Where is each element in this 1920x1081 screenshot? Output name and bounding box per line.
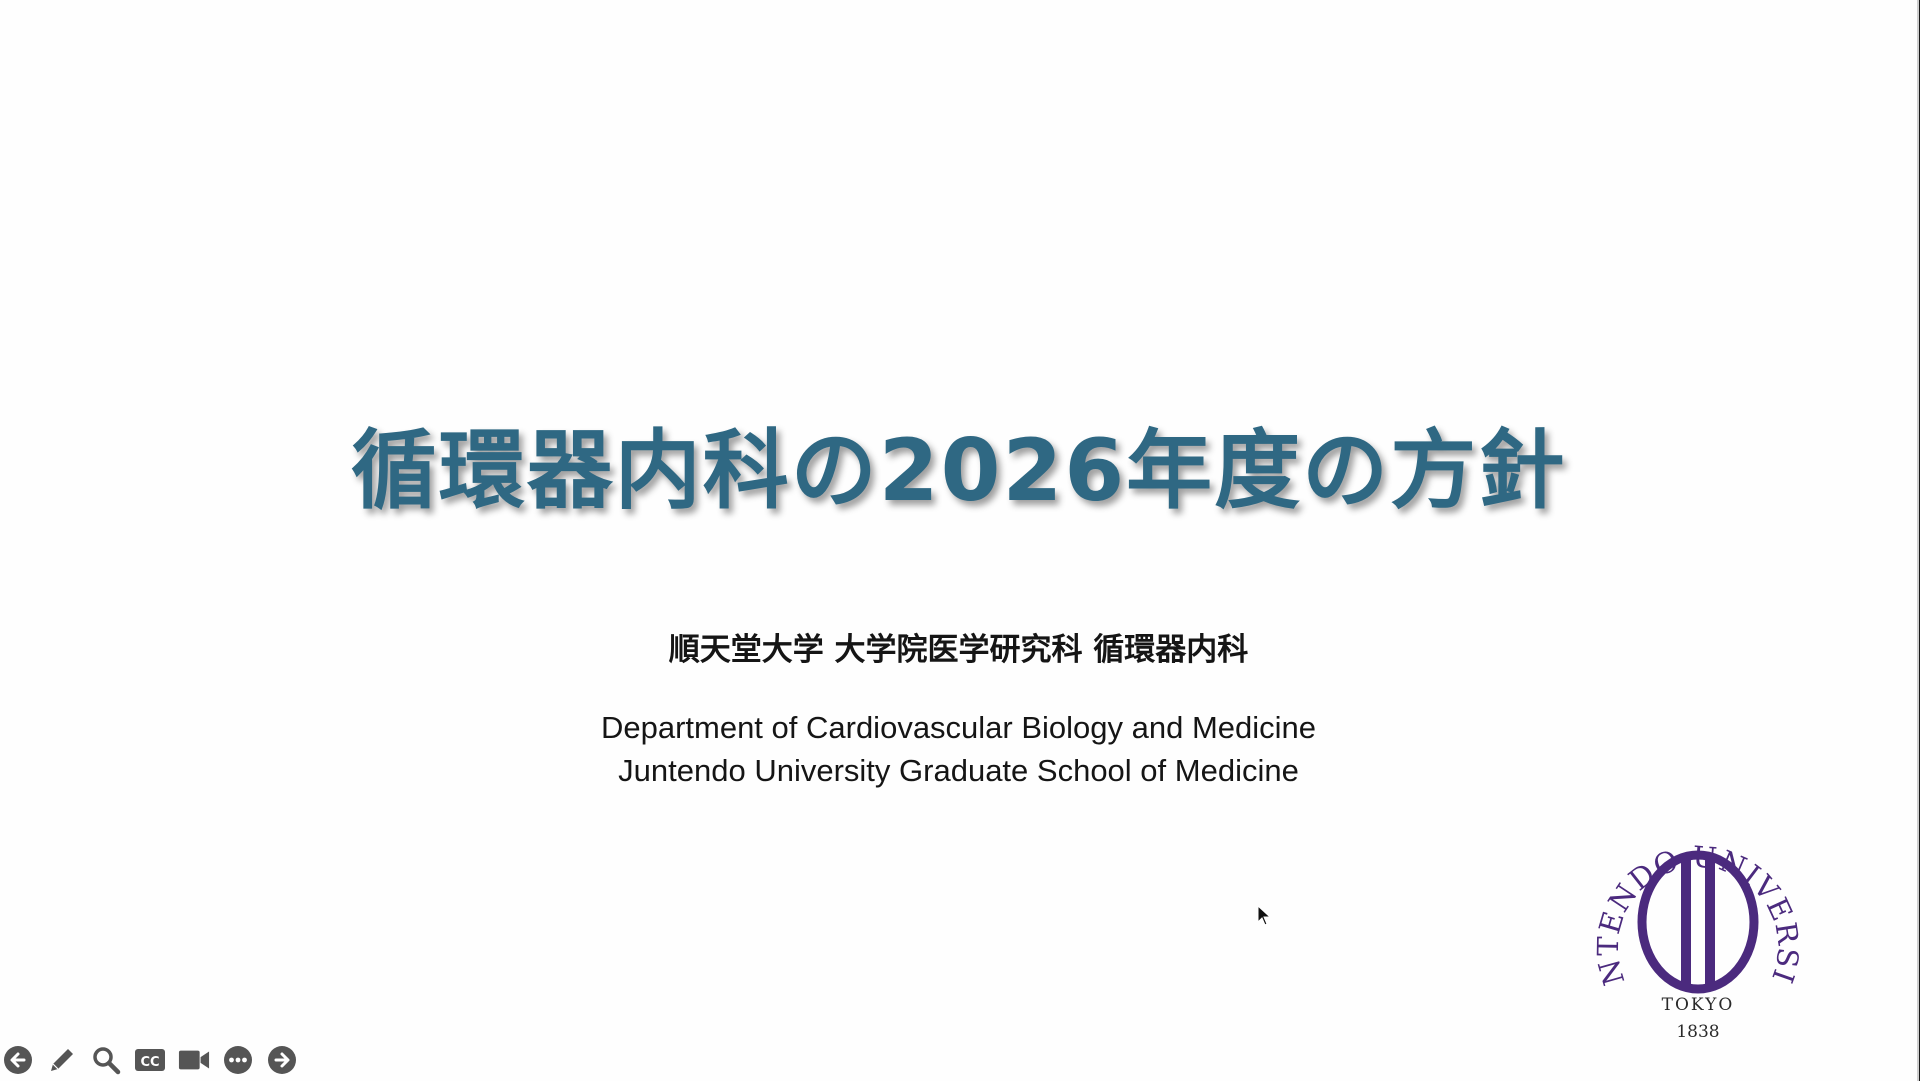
slide-title: 循環器内科の2026年度の方針 (350, 421, 1567, 521)
svg-text:JUNTENDO UNIVERSITY: JUNTENDO UNIVERSITY (1592, 815, 1802, 989)
affiliation-english-line-1: Department of Cardiovascular Biology and… (600, 710, 1317, 745)
mouse-pointer-icon (1257, 905, 1271, 926)
slideshow-toolbar: CC (2, 1042, 298, 1078)
magnifier-icon (93, 1047, 121, 1075)
seal-year: 1838 (1676, 1022, 1719, 1042)
arrow-right-circle-icon (268, 1046, 296, 1074)
presentation-slide: 循環器内科の2026年度の方針 順天堂大学 大学院医学研究科 循環器内科 Dep… (0, 0, 1919, 1081)
pen-icon (51, 1049, 73, 1071)
more-options-icon (224, 1046, 252, 1074)
seal-ring-text: JUNTENDO UNIVERSITY (1592, 815, 1802, 989)
seal-city: TOKYO (1662, 995, 1735, 1015)
pen-tool-button[interactable] (46, 1044, 78, 1076)
affiliation-english-line-2: Juntendo University Graduate School of M… (618, 753, 1299, 788)
more-options-button[interactable] (222, 1044, 254, 1076)
svg-text:CC: CC (140, 1055, 159, 1070)
juntendo-university-seal-logo: JUNTENDO UNIVERSITY TOKYO 1838 (1592, 815, 1802, 1042)
zoom-button[interactable] (90, 1044, 122, 1076)
cc-icon: CC (135, 1049, 165, 1071)
previous-slide-button[interactable] (2, 1044, 34, 1076)
arrow-left-circle-icon (4, 1046, 32, 1074)
affiliation-japanese: 順天堂大学 大学院医学研究科 循環器内科 (668, 632, 1249, 668)
subtitles-button[interactable]: CC (134, 1044, 166, 1076)
next-slide-button[interactable] (266, 1044, 298, 1076)
video-camera-icon (178, 1050, 210, 1070)
camera-button[interactable] (178, 1044, 210, 1076)
